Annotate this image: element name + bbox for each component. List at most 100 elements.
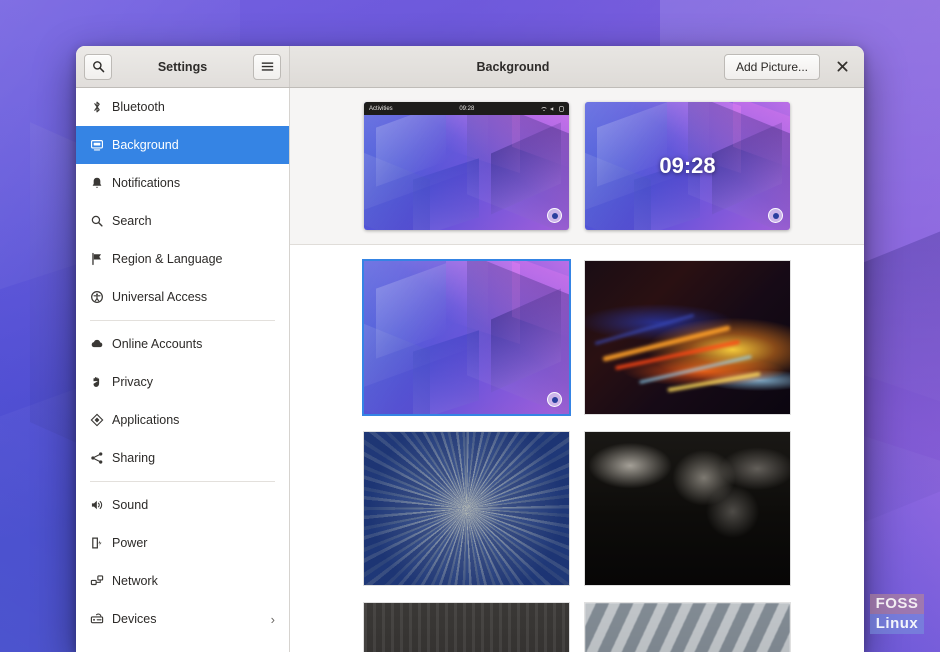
search-button[interactable] xyxy=(84,54,112,80)
sidebar-item-label: Notifications xyxy=(112,176,275,190)
iso-cube-facet xyxy=(376,264,446,360)
share-icon xyxy=(90,451,104,465)
bluetooth-icon xyxy=(90,100,112,114)
accessibility-icon xyxy=(90,290,112,304)
wallpaper-art xyxy=(364,261,569,414)
sidebar-item-bluetooth[interactable]: Bluetooth xyxy=(76,88,289,126)
sidebar-item-sound[interactable]: Sound xyxy=(76,486,289,524)
share-icon xyxy=(90,451,112,465)
wallpaper-grid[interactable] xyxy=(290,245,864,652)
sidebar-item-label: Universal Access xyxy=(112,290,275,304)
settings-window: Settings Background Add Picture... xyxy=(76,46,864,652)
sidebar-item-label: Online Accounts xyxy=(112,337,275,351)
speaker-icon xyxy=(90,498,112,512)
app-title: Settings xyxy=(112,60,253,74)
flag-icon xyxy=(90,252,104,266)
sidebar-item-power[interactable]: Power xyxy=(76,524,289,562)
battery-icon xyxy=(559,106,564,112)
topbar-activities-label: Activities xyxy=(369,106,393,112)
aurora-streak xyxy=(615,340,740,370)
background-icon xyxy=(90,138,112,152)
sidebar-item-label: Sound xyxy=(112,498,275,512)
sidebar-separator xyxy=(90,320,275,321)
sidebar-separator xyxy=(90,481,275,482)
cloud-icon xyxy=(90,337,112,351)
iso-cube-facet xyxy=(491,122,561,214)
network-icon xyxy=(90,574,112,588)
iso-cube-facet xyxy=(512,261,569,339)
sidebar-item-label: Bluetooth xyxy=(112,100,275,114)
sidebar-item-label: Background xyxy=(112,138,275,152)
sidebar-item-region-language[interactable]: Region & Language xyxy=(76,240,289,278)
wallpaper-art xyxy=(364,432,569,585)
wallpaper-dark-texture[interactable] xyxy=(364,603,569,652)
bell-icon xyxy=(90,176,112,190)
bell-icon xyxy=(90,176,104,190)
preview-wallpaper-art xyxy=(364,102,569,230)
lockscreen-clock: 09:28 xyxy=(585,102,790,230)
wallpaper-art xyxy=(364,603,569,652)
hamburger-menu-icon xyxy=(261,61,274,72)
selected-badge xyxy=(768,208,783,223)
sidebar-item-search[interactable]: Search xyxy=(76,202,289,240)
hand-icon xyxy=(90,375,112,389)
sidebar-item-universal-access[interactable]: Universal Access xyxy=(76,278,289,316)
cloud-icon xyxy=(90,337,104,351)
power-icon xyxy=(90,536,104,550)
wallpaper-grey-waves[interactable] xyxy=(585,603,790,652)
topbar-status-icons xyxy=(541,106,564,112)
sidebar-item-sharing[interactable]: Sharing xyxy=(76,439,289,477)
sidebar-item-label: Privacy xyxy=(112,375,275,389)
search-icon xyxy=(90,214,112,228)
headerbar-left: Settings xyxy=(76,46,290,87)
sidebar-item-privacy[interactable]: Privacy xyxy=(76,363,289,401)
sidebar-item-label: Search xyxy=(112,214,275,228)
window-headerbar: Settings Background Add Picture... xyxy=(76,46,864,88)
lockscreen-preview[interactable]: 09:28 xyxy=(585,102,790,230)
sidebar-item-label: Devices xyxy=(112,612,271,626)
wifi-icon xyxy=(541,106,547,112)
wallpaper-adwaita-blue-purple[interactable] xyxy=(364,261,569,414)
sidebar-item-online-accounts[interactable]: Online Accounts xyxy=(76,325,289,363)
wallpaper-aurora-light-streaks[interactable] xyxy=(585,261,790,414)
chevron-right-icon: › xyxy=(271,612,275,627)
settings-sidebar[interactable]: Bluetooth Background Notifications Search Re… xyxy=(76,88,290,652)
sidebar-item-devices[interactable]: Devices› xyxy=(76,600,289,638)
window-body: Bluetooth Background Notifications Search Re… xyxy=(76,88,864,652)
desktop-preview[interactable]: Activities09:28 xyxy=(364,102,569,230)
preview-topbar: Activities09:28 xyxy=(364,102,569,115)
power-icon xyxy=(90,536,112,550)
search-icon xyxy=(92,60,105,73)
selected-badge xyxy=(547,208,562,223)
devices-icon xyxy=(90,612,104,626)
sidebar-item-applications[interactable]: Applications xyxy=(76,401,289,439)
sidebar-item-notifications[interactable]: Notifications xyxy=(76,164,289,202)
iso-cube-facet xyxy=(364,147,430,230)
accessibility-icon xyxy=(90,290,104,304)
sidebar-item-network[interactable]: Network xyxy=(76,562,289,600)
add-picture-button[interactable]: Add Picture... xyxy=(724,54,820,80)
sidebar-item-label: Region & Language xyxy=(112,252,275,266)
wallpaper-art xyxy=(585,603,790,652)
panel-title: Background xyxy=(302,60,724,74)
sidebar-item-label: Sharing xyxy=(112,451,275,465)
headerbar-right: Background Add Picture... xyxy=(290,46,864,87)
close-icon xyxy=(837,61,848,72)
desktop-wallpaper: Settings Background Add Picture... xyxy=(0,0,940,652)
wallpaper-art xyxy=(585,261,790,414)
topbar-clock: 09:28 xyxy=(393,106,541,112)
wallpaper-snowy-forest-aerial[interactable] xyxy=(364,432,569,585)
sidebar-item-background[interactable]: Background xyxy=(76,126,289,164)
watermark-line-1: FOSS xyxy=(870,594,924,614)
speaker-icon xyxy=(90,498,104,512)
wallpaper-art xyxy=(585,432,790,585)
close-button[interactable] xyxy=(828,54,856,80)
devices-icon xyxy=(90,612,112,626)
volume-icon xyxy=(550,106,556,112)
applications-icon xyxy=(90,413,112,427)
content-scrollbar[interactable] xyxy=(860,88,864,652)
menu-button[interactable] xyxy=(253,54,281,80)
watermark-line-2: Linux xyxy=(870,614,924,634)
foss-linux-watermark: FOSS Linux xyxy=(870,594,924,634)
wallpaper-dark-leaves[interactable] xyxy=(585,432,790,585)
